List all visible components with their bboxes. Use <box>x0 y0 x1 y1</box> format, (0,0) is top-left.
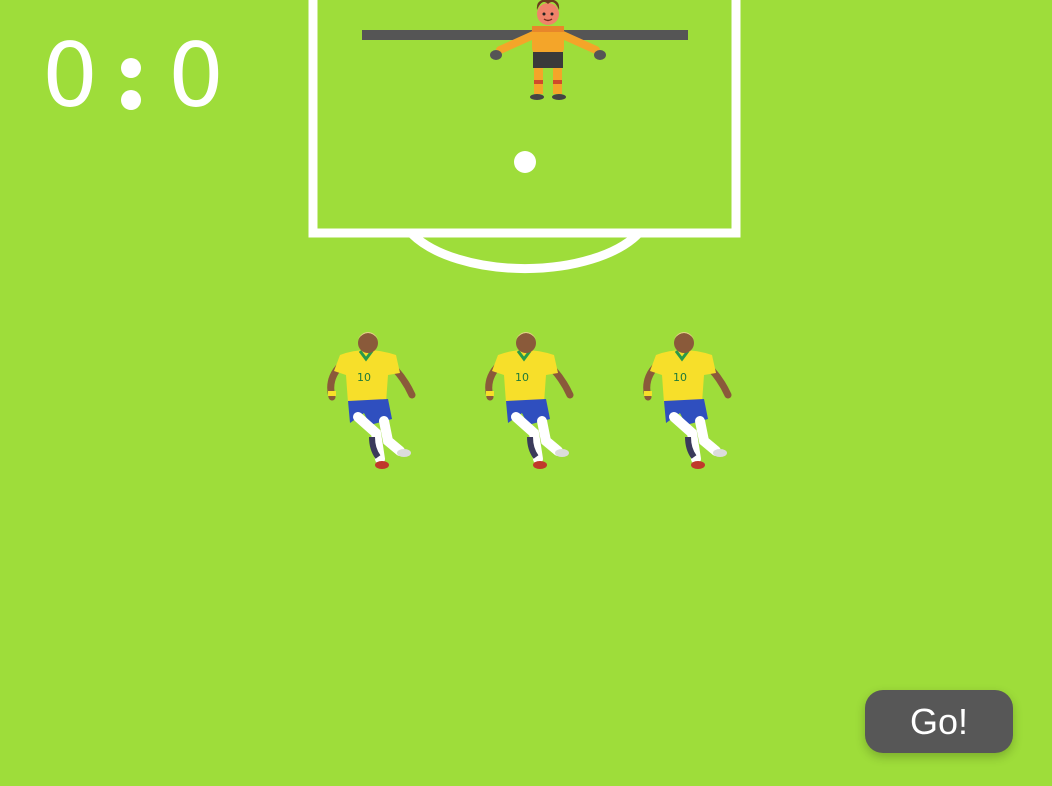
player-icon[interactable]: 10 <box>643 332 732 469</box>
player-icon[interactable]: 10 <box>327 332 416 469</box>
go-button[interactable]: Go! <box>865 690 1013 753</box>
shirt-number: 10 <box>515 371 529 384</box>
player-icon[interactable]: 10 <box>485 332 574 469</box>
players-layer: 10 10 10 <box>327 332 732 469</box>
shirt-number: 10 <box>673 371 687 384</box>
shirt-number: 10 <box>357 371 371 384</box>
